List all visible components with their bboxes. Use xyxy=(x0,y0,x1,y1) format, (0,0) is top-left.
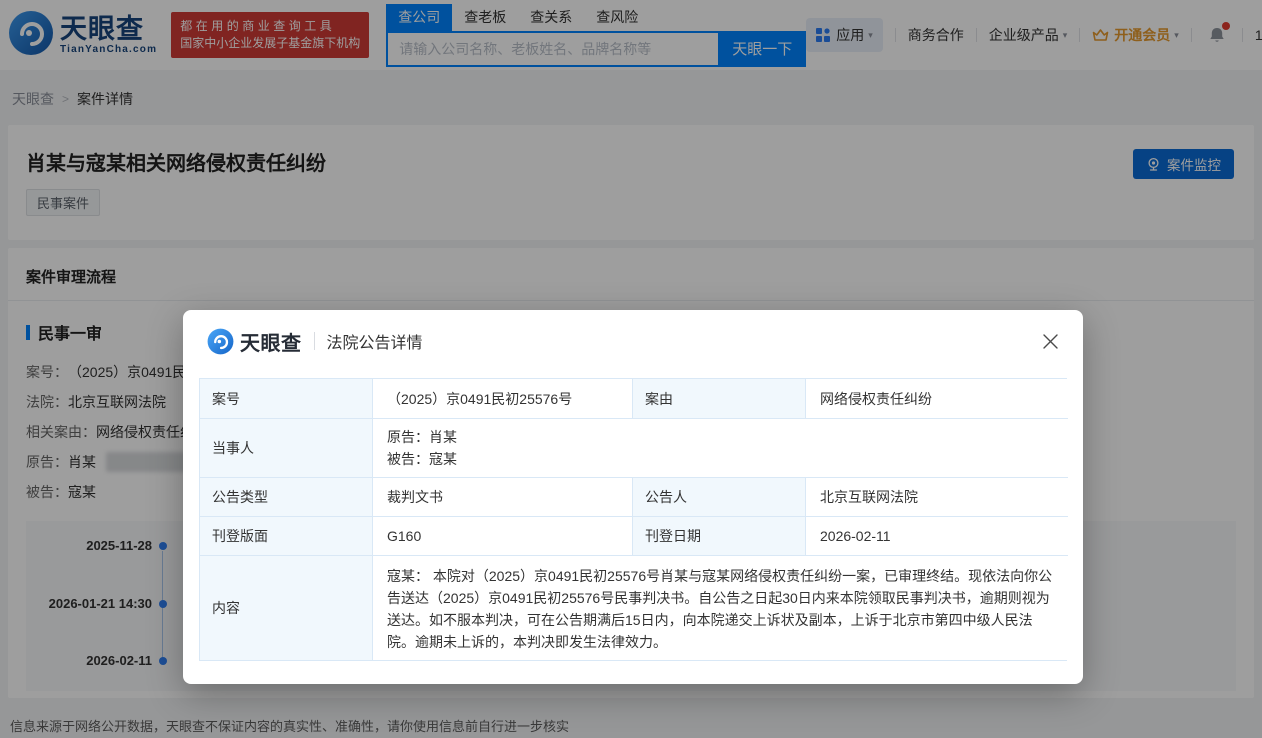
table-value-layout: G160 xyxy=(373,517,633,556)
modal-header: 天眼查 法院公告详情 xyxy=(183,310,1083,372)
announcement-table: 案号 （2025）京0491民初25576号 案由 网络侵权责任纠纷 当事人 原… xyxy=(199,378,1067,661)
party-plaintiff: 原告：肖某 xyxy=(387,426,457,448)
table-value-cause: 网络侵权责任纠纷 xyxy=(806,379,1068,419)
table-value-party: 原告：肖某 被告：寇某 xyxy=(373,419,1068,478)
table-label-content: 内容 xyxy=(200,556,373,660)
table-value-announcer: 北京互联网法院 xyxy=(806,478,1068,517)
table-label-announcer: 公告人 xyxy=(633,478,806,517)
table-value-pub-date: 2026-02-11 xyxy=(806,517,1068,556)
table-label-layout: 刊登版面 xyxy=(200,517,373,556)
modal-brand-name: 天眼查 xyxy=(240,327,302,356)
close-icon[interactable] xyxy=(1042,333,1059,350)
table-label-party: 当事人 xyxy=(200,419,373,478)
table-value-type: 裁判文书 xyxy=(373,478,633,517)
table-label-pub-date: 刊登日期 xyxy=(633,517,806,556)
party-defendant: 被告：寇某 xyxy=(387,448,457,470)
modal-title: 法院公告详情 xyxy=(327,329,423,353)
table-label-type: 公告类型 xyxy=(200,478,373,517)
modal-title-divider xyxy=(314,332,315,350)
table-label-cause: 案由 xyxy=(633,379,806,419)
court-announcement-modal: 天眼查 法院公告详情 案号 （2025）京0491民初25576号 案由 网络侵… xyxy=(183,310,1083,684)
table-label-case-no: 案号 xyxy=(200,379,373,419)
table-value-case-no: （2025）京0491民初25576号 xyxy=(373,379,633,419)
table-value-content: 寇某： 本院对（2025）京0491民初25576号肖某与寇某网络侵权责任纠纷一… xyxy=(373,556,1068,660)
tianyancha-swirl-icon xyxy=(207,328,234,355)
